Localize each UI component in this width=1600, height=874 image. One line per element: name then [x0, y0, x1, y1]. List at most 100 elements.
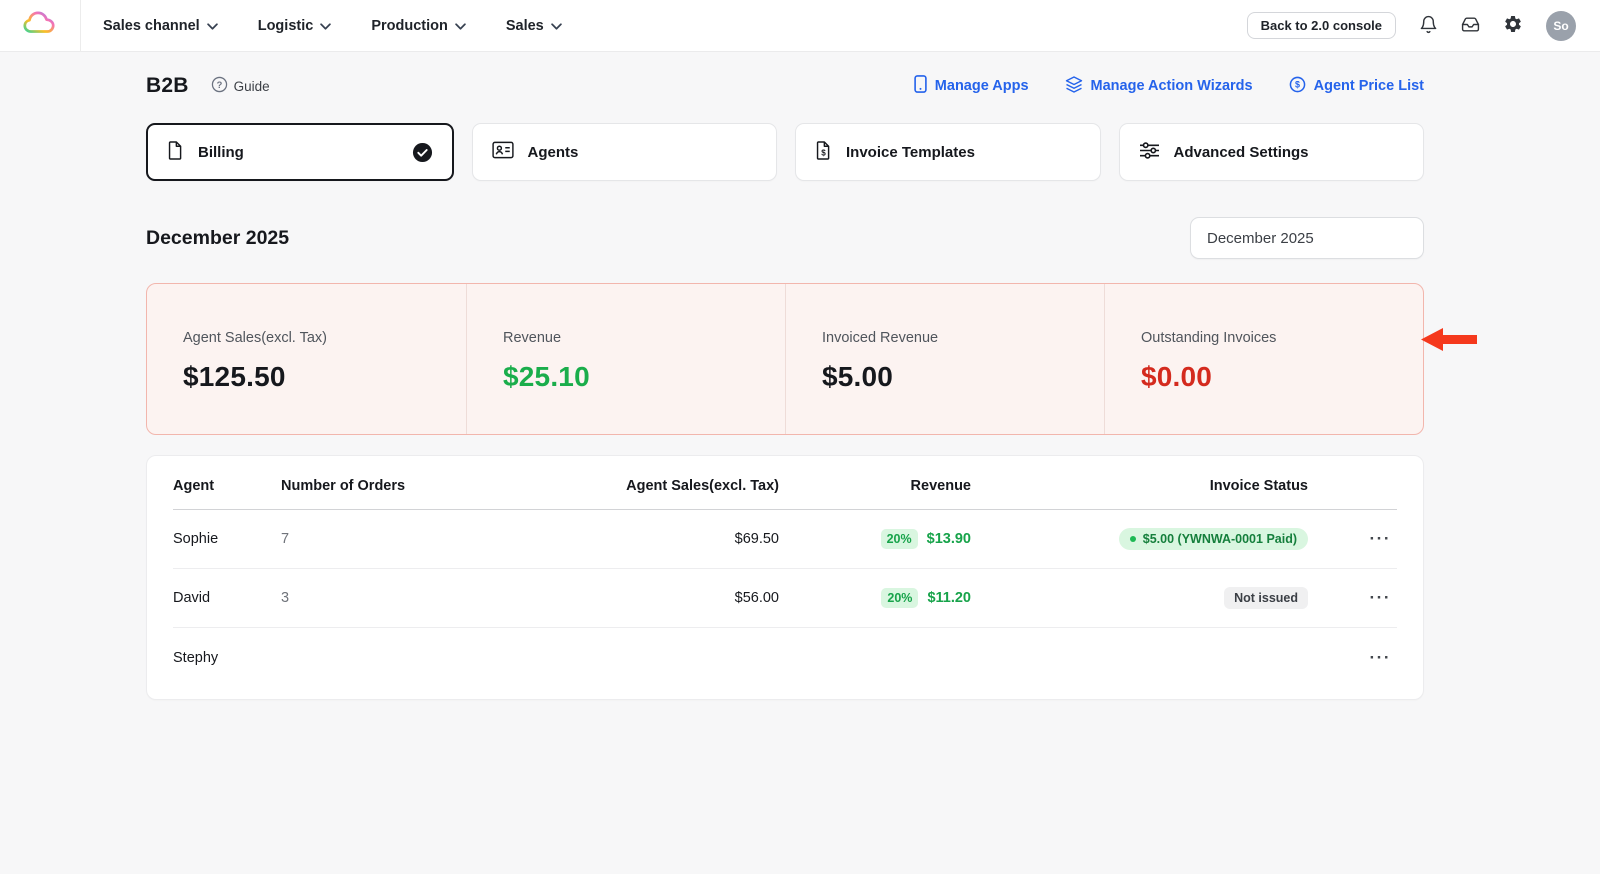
agent-price-list-link[interactable]: $ Agent Price List [1289, 76, 1424, 97]
invoice-icon: $ [815, 140, 832, 165]
tab-agents[interactable]: Agents [472, 123, 778, 181]
period-heading: December 2025 [146, 227, 289, 250]
revenue-amount: $11.20 [927, 590, 971, 606]
svg-text:$: $ [1295, 79, 1300, 89]
revenue-amount: $13.90 [927, 531, 971, 547]
table-header-row: Agent Number of Orders Agent Sales(excl.… [173, 462, 1397, 510]
chevron-down-icon [320, 18, 331, 34]
tab-billing-label: Billing [198, 144, 244, 161]
document-icon [167, 140, 184, 165]
col-header-revenue: Revenue [779, 478, 971, 494]
mobile-icon [914, 75, 927, 97]
page-header: B2B ? Guide Manage Apps Manage Action [146, 74, 1424, 98]
settings-tabs: Billing Agents $ Invoice Templates [146, 123, 1424, 181]
status-badge: $5.00 (YWNWA-0001 Paid) [1119, 528, 1308, 550]
stat-outstanding-invoices: Outstanding Invoices $0.00 [1104, 284, 1423, 434]
svg-text:?: ? [216, 80, 222, 90]
question-circle-icon: ? [211, 76, 228, 96]
back-to-console-button[interactable]: Back to 2.0 console [1247, 12, 1396, 39]
col-header-status: Invoice Status [971, 478, 1308, 494]
inbox-button[interactable] [1461, 15, 1480, 37]
cell-status: $5.00 (YWNWA-0001 Paid) [971, 528, 1308, 550]
cell-actions: ··· [1308, 586, 1395, 610]
revenue-percent-badge: 20% [881, 529, 918, 549]
month-selector[interactable]: December 2025 [1190, 217, 1424, 259]
agent-price-list-label: Agent Price List [1314, 78, 1424, 94]
paid-dot-icon [1130, 536, 1136, 542]
agents-table-card: Agent Number of Orders Agent Sales(excl.… [146, 455, 1424, 700]
tab-invoice-templates-label: Invoice Templates [846, 144, 975, 161]
page-title: B2B [146, 74, 189, 98]
status-text: $5.00 (YWNWA-0001 Paid) [1143, 532, 1297, 546]
revenue-percent-badge: 20% [881, 588, 918, 608]
tab-advanced-settings[interactable]: Advanced Settings [1119, 123, 1425, 181]
bell-icon [1419, 15, 1438, 37]
guide-link[interactable]: ? Guide [211, 76, 270, 96]
chevron-down-icon [455, 18, 466, 34]
menu-sales[interactable]: Sales [506, 18, 562, 34]
user-avatar[interactable]: So [1546, 11, 1576, 41]
chevron-down-icon [207, 18, 218, 34]
cell-actions: ··· [1308, 527, 1395, 551]
cell-actions: ··· [1308, 646, 1395, 670]
notifications-button[interactable] [1419, 15, 1438, 37]
stat-label: Agent Sales(excl. Tax) [183, 330, 466, 346]
menu-sales-channel[interactable]: Sales channel [103, 18, 218, 34]
manage-action-wizards-link[interactable]: Manage Action Wizards [1065, 76, 1253, 97]
manage-apps-label: Manage Apps [935, 78, 1029, 94]
menu-production[interactable]: Production [371, 18, 466, 34]
more-options-button[interactable]: ··· [1366, 586, 1395, 610]
cloud-logo-icon [23, 10, 57, 42]
id-card-icon [492, 141, 514, 163]
inbox-tray-icon [1461, 15, 1480, 37]
cell-orders: 7 [281, 531, 561, 547]
cell-status: Not issued [971, 587, 1308, 609]
stat-value: $25.10 [503, 361, 785, 393]
table-row: David 3 $56.00 20% $11.20 Not issued ··· [173, 569, 1397, 628]
menu-label: Sales [506, 18, 544, 34]
dollar-circle-icon: $ [1289, 76, 1306, 97]
tab-agents-label: Agents [528, 144, 579, 161]
menu-label: Sales channel [103, 18, 200, 34]
col-header-agent: Agent [173, 478, 281, 494]
col-header-sales: Agent Sales(excl. Tax) [561, 478, 779, 494]
header-links: Manage Apps Manage Action Wizards $ Agen… [914, 75, 1424, 97]
layers-icon [1065, 76, 1083, 97]
stat-label: Outstanding Invoices [1141, 330, 1423, 346]
more-options-button[interactable]: ··· [1366, 646, 1395, 670]
stat-label: Invoiced Revenue [822, 330, 1104, 346]
stat-invoiced-revenue: Invoiced Revenue $5.00 [785, 284, 1104, 434]
cell-agent: David [173, 590, 281, 606]
main-content: B2B ? Guide Manage Apps Manage Action [146, 52, 1424, 700]
status-badge: Not issued [1224, 587, 1308, 609]
cell-sales: $69.50 [561, 531, 779, 547]
manage-action-wizards-label: Manage Action Wizards [1091, 78, 1253, 94]
main-menus: Sales channel Logistic Production Sales [103, 18, 562, 34]
tab-billing[interactable]: Billing [146, 123, 454, 181]
cell-orders: 3 [281, 590, 561, 606]
topnav-right-cluster: Back to 2.0 console So [1247, 11, 1600, 41]
more-options-button[interactable]: ··· [1366, 527, 1395, 551]
tab-invoice-templates[interactable]: $ Invoice Templates [795, 123, 1101, 181]
month-selector-value: December 2025 [1207, 230, 1314, 247]
stat-value: $5.00 [822, 361, 1104, 393]
col-header-orders: Number of Orders [281, 478, 561, 494]
stat-value: $0.00 [1141, 361, 1423, 393]
period-row: December 2025 December 2025 [146, 217, 1424, 259]
settings-button[interactable] [1503, 14, 1523, 37]
chevron-down-icon [551, 18, 562, 34]
annotation-arrow [1420, 326, 1478, 358]
manage-apps-link[interactable]: Manage Apps [914, 75, 1029, 97]
menu-logistic[interactable]: Logistic [258, 18, 332, 34]
sliders-icon [1139, 141, 1160, 164]
cell-revenue: 20% $13.90 [779, 529, 971, 549]
top-navigation: Sales channel Logistic Production Sales … [0, 0, 1600, 52]
guide-label: Guide [234, 79, 270, 94]
stat-revenue: Revenue $25.10 [466, 284, 785, 434]
menu-label: Logistic [258, 18, 314, 34]
billing-summary-card: Agent Sales(excl. Tax) $125.50 Revenue $… [146, 283, 1424, 435]
stat-agent-sales: Agent Sales(excl. Tax) $125.50 [147, 284, 466, 434]
cell-agent: Sophie [173, 531, 281, 547]
cell-agent: Stephy [173, 650, 281, 666]
app-logo[interactable] [0, 0, 81, 52]
